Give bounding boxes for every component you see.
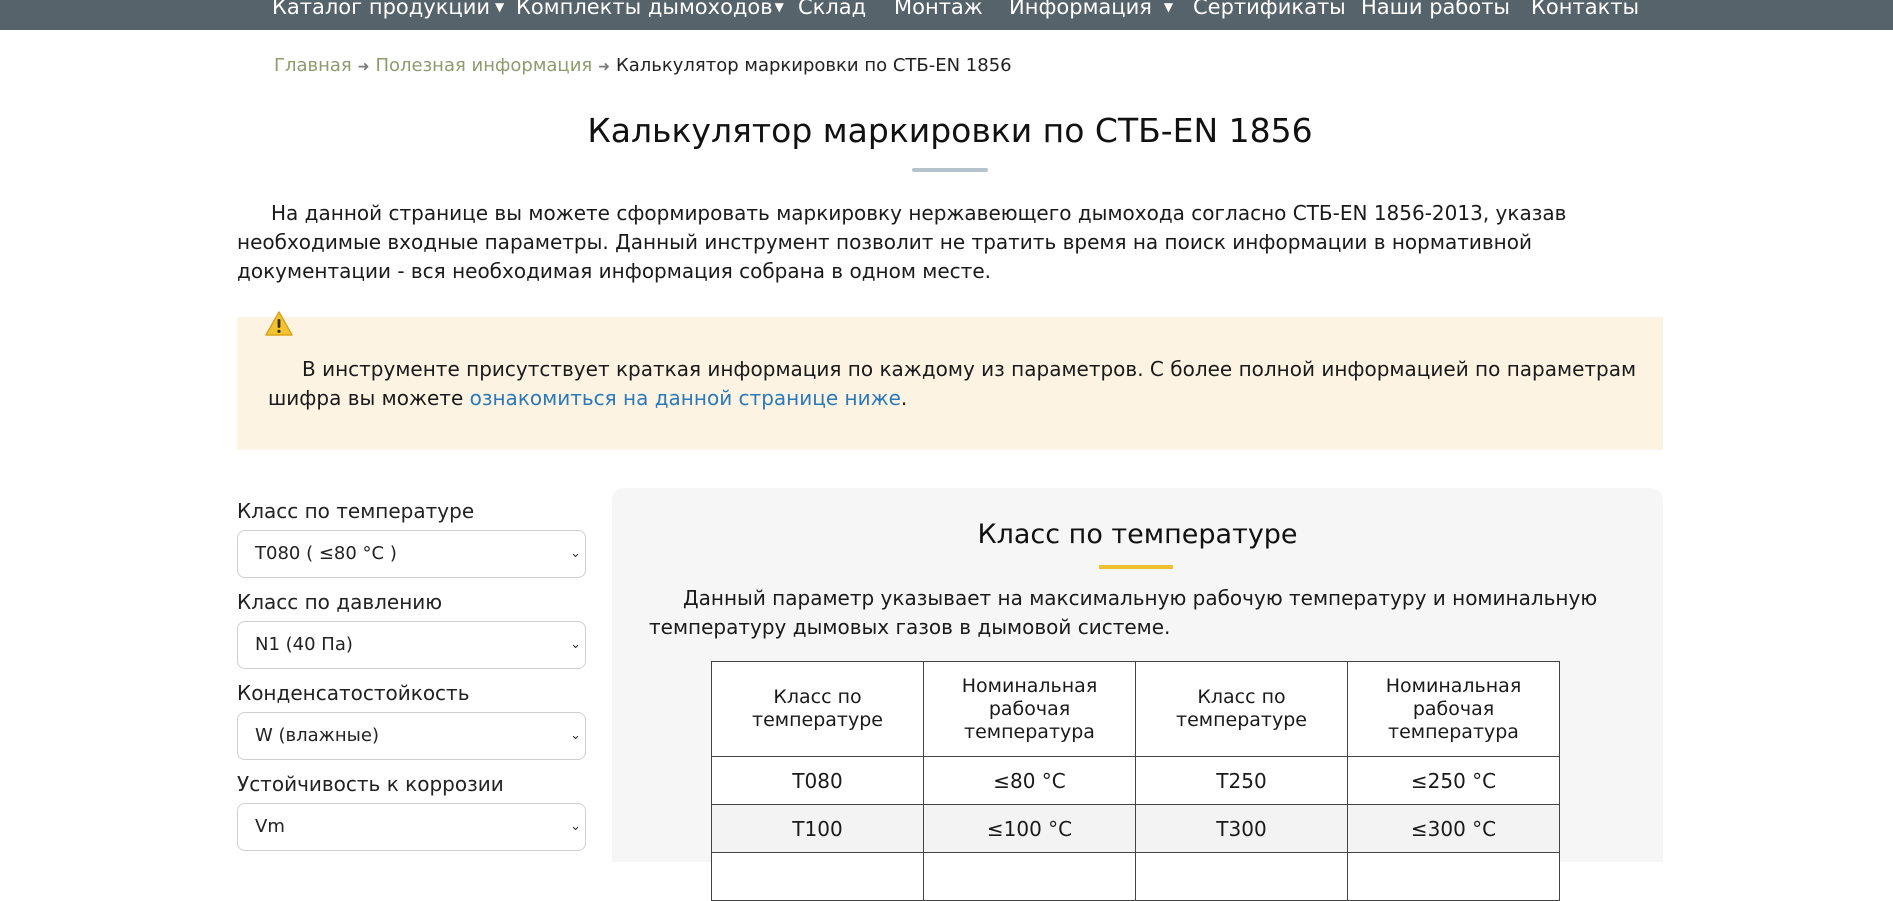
table-cell <box>923 852 1136 901</box>
select-condensate-resistance[interactable]: W (влажные) ⌄ <box>237 712 586 760</box>
nav-label: Монтаж <box>894 0 983 19</box>
table-header: Класс по температуре <box>711 661 924 757</box>
info-title: Класс по температуре <box>977 519 1298 550</box>
label-corrosion-resistance: Устойчивость к коррозии <box>237 772 504 796</box>
table-cell <box>711 852 924 901</box>
select-temperature-class[interactable]: Т080 ( ≤80 °C ) ⌄ <box>237 530 586 578</box>
notice-text: В инструменте присутствует краткая инфор… <box>268 355 1646 413</box>
select-value: Т080 ( ≤80 °C ) <box>255 543 397 564</box>
table-cell: ≤80 °C <box>923 756 1136 805</box>
table-cell: ≤250 °C <box>1347 756 1560 805</box>
nav-item-contacts[interactable]: Контакты <box>1531 0 1639 19</box>
chevron-down-icon: ⌄ <box>570 637 581 652</box>
intro-paragraph: На данной странице вы можете сформироват… <box>237 201 1567 283</box>
top-navigation: Каталог продукции ▼ Комплекты дымоходов ▼ … <box>0 0 1893 30</box>
arrow-right-icon: ➜ <box>357 59 370 75</box>
nav-item-our-works[interactable]: Наши работы <box>1361 0 1510 19</box>
nav-label: Сертификаты <box>1193 0 1346 19</box>
notice-box: В инструменте присутствует краткая инфор… <box>237 311 1663 450</box>
table-header-row: Класс по температуре Номинальная рабочая… <box>711 661 1560 757</box>
table-cell: T250 <box>1135 756 1348 805</box>
nav-item-installation[interactable]: Монтаж <box>894 0 983 19</box>
nav-label: Информация <box>1009 0 1152 19</box>
notice-end: . <box>900 386 908 410</box>
title-underline <box>912 168 988 172</box>
table-row <box>711 852 1560 901</box>
nav-item-certificates[interactable]: Сертификаты <box>1193 0 1346 19</box>
nav-label: Комплекты дымоходов <box>516 0 773 19</box>
info-title-underline <box>1099 565 1173 569</box>
chevron-down-icon: ⌄ <box>570 819 581 834</box>
info-panel: Класс по температуре Данный параметр ука… <box>612 488 1663 901</box>
nav-label: Наши работы <box>1361 0 1511 19</box>
table-cell: T100 <box>711 804 924 853</box>
select-value: Vm <box>255 816 285 837</box>
breadcrumb: Главная ➜ Полезная информация ➜ Калькулятор … <box>274 54 1012 79</box>
table-cell: ≤100 °C <box>923 804 1136 853</box>
caret-down-icon: ▼ <box>774 0 784 14</box>
table-cell: ≤300 °C <box>1347 804 1560 853</box>
nav-item-information[interactable]: Информация ▼ <box>1009 0 1173 19</box>
temperature-table: Класс по температуре Номинальная рабочая… <box>711 661 1560 901</box>
warning-icon <box>265 311 293 336</box>
page-title: Калькулятор маркировки по СТБ-EN 1856 <box>587 111 1313 150</box>
select-pressure-class[interactable]: N1 (40 Па) ⌄ <box>237 621 586 669</box>
table-cell: T300 <box>1135 804 1348 853</box>
table-cell <box>1347 852 1560 901</box>
nav-item-warehouse[interactable]: Склад <box>798 0 866 19</box>
chevron-down-icon: ⌄ <box>570 728 581 743</box>
label-condensate-resistance: Конденсатостойкость <box>237 681 470 705</box>
chevron-down-icon: ⌄ <box>570 546 581 561</box>
table-row: T100 ≤100 °C T300 ≤300 °C <box>711 804 1560 853</box>
breadcrumb-current: Калькулятор маркировки по СТБ-EN 1856 <box>615 55 1012 76</box>
table-row: T080 ≤80 °C T250 ≤250 °C <box>711 756 1560 805</box>
caret-down-icon: ▼ <box>495 0 505 14</box>
select-value: N1 (40 Па) <box>255 634 353 655</box>
table-header: Номинальная рабочая температура <box>923 661 1136 757</box>
breadcrumb-section-link[interactable]: Полезная информация <box>375 55 592 76</box>
table-header: Класс по температуре <box>1135 661 1348 757</box>
notice-link[interactable]: ознакомиться на данной странице ниже <box>470 386 901 410</box>
breadcrumb-home-link[interactable]: Главная <box>274 55 352 76</box>
info-text: Данный параметр указывает на максимальну… <box>649 586 1598 639</box>
nav-item-catalog[interactable]: Каталог продукции ▼ <box>272 0 504 19</box>
select-corrosion-resistance[interactable]: Vm ⌄ <box>237 803 586 851</box>
nav-label: Контакты <box>1531 0 1640 19</box>
table-header: Номинальная рабочая температура <box>1347 661 1560 757</box>
select-value: W (влажные) <box>255 725 379 746</box>
arrow-right-icon: ➜ <box>598 59 610 75</box>
table-cell: T080 <box>711 756 924 805</box>
nav-label: Склад <box>798 0 867 19</box>
nav-label: Каталог продукции <box>272 0 490 19</box>
caret-down-icon: ▼ <box>1163 0 1174 14</box>
label-pressure-class: Класс по давлению <box>237 590 443 614</box>
label-temperature-class: Класс по температуре <box>237 499 475 523</box>
nav-item-kits[interactable]: Комплекты дымоходов ▼ <box>516 0 784 19</box>
table-cell <box>1135 852 1348 901</box>
